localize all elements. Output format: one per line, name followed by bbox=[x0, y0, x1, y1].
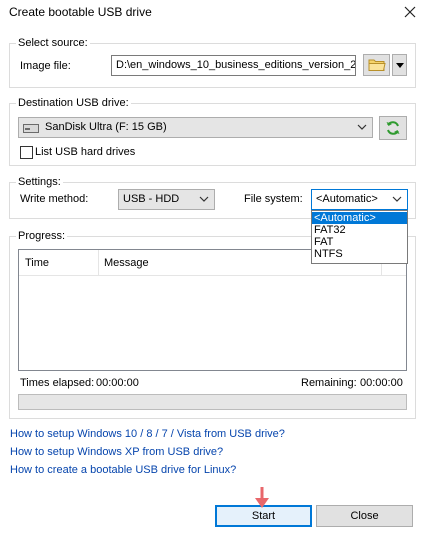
usb-drive-icon bbox=[23, 124, 39, 133]
option-automatic[interactable]: <Automatic> bbox=[312, 212, 407, 224]
settings-legend: Settings: bbox=[16, 176, 63, 188]
file-system-label: File system: bbox=[244, 193, 303, 205]
chevron-down-icon bbox=[357, 124, 367, 130]
refresh-icon bbox=[386, 121, 400, 135]
destination-legend: Destination USB drive: bbox=[16, 97, 131, 109]
chevron-down-icon bbox=[392, 196, 402, 202]
refresh-drives-button[interactable] bbox=[379, 116, 407, 140]
link-setup-windows-xp[interactable]: How to setup Windows XP from USB drive? bbox=[10, 446, 223, 458]
times-elapsed-label: Times elapsed: bbox=[20, 377, 95, 389]
write-method-value: USB - HDD bbox=[123, 193, 180, 205]
usb-drive-select[interactable]: SanDisk Ultra (F: 15 GB) bbox=[18, 117, 373, 138]
write-method-label: Write method: bbox=[20, 193, 89, 205]
progress-bar bbox=[18, 394, 407, 410]
chevron-down-icon bbox=[199, 196, 209, 202]
select-source-legend: Select source: bbox=[16, 37, 90, 49]
link-bootable-linux[interactable]: How to create a bootable USB drive for L… bbox=[10, 464, 236, 476]
link-setup-windows-10[interactable]: How to setup Windows 10 / 8 / 7 / Vista … bbox=[10, 428, 285, 440]
remaining-value: 00:00:00 bbox=[360, 377, 403, 389]
pointer-arrow-icon bbox=[255, 487, 269, 508]
usb-drive-value: SanDisk Ultra (F: 15 GB) bbox=[45, 121, 167, 133]
column-divider bbox=[98, 250, 99, 276]
close-icon[interactable] bbox=[398, 0, 422, 24]
column-message[interactable]: Message bbox=[104, 257, 149, 269]
option-fat[interactable]: FAT bbox=[312, 236, 407, 248]
file-system-select[interactable]: <Automatic> bbox=[311, 189, 408, 210]
window-title: Create bootable USB drive bbox=[9, 5, 152, 19]
close-button[interactable]: Close bbox=[316, 505, 413, 527]
image-file-label: Image file: bbox=[20, 60, 71, 72]
browse-folder-button[interactable] bbox=[363, 54, 390, 76]
times-elapsed-value: 00:00:00 bbox=[96, 377, 139, 389]
browse-options-button[interactable] bbox=[392, 54, 407, 76]
file-system-value: <Automatic> bbox=[316, 193, 378, 205]
list-usb-hdd-label: List USB hard drives bbox=[35, 146, 136, 158]
file-system-dropdown: <Automatic> FAT32 FAT NTFS bbox=[311, 210, 408, 264]
progress-legend: Progress: bbox=[16, 230, 68, 242]
remaining-label: Remaining: bbox=[301, 377, 357, 389]
dropdown-arrow-icon bbox=[395, 62, 404, 68]
folder-icon bbox=[368, 59, 386, 71]
write-method-select[interactable]: USB - HDD bbox=[118, 189, 215, 210]
image-file-input[interactable]: D:\en_windows_10_business_editions_versi… bbox=[111, 55, 356, 76]
list-usb-hdd-checkbox[interactable] bbox=[20, 146, 33, 159]
column-time[interactable]: Time bbox=[25, 257, 49, 269]
option-ntfs[interactable]: NTFS bbox=[312, 248, 407, 260]
option-fat32[interactable]: FAT32 bbox=[312, 224, 407, 236]
log-list[interactable]: Time Message bbox=[18, 249, 407, 371]
